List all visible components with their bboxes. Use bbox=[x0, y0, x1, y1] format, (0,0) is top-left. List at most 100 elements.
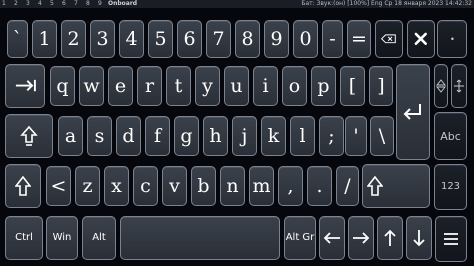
key-8[interactable]: 8 bbox=[235, 20, 260, 58]
key-9[interactable]: 9 bbox=[264, 20, 289, 58]
workspace-1[interactable]: 1 bbox=[2, 0, 6, 8]
key-label: y bbox=[202, 74, 213, 97]
key-backslash[interactable]: \ bbox=[370, 116, 394, 156]
key-label: 123 bbox=[440, 181, 461, 192]
menu-key[interactable] bbox=[435, 216, 467, 262]
workspace-7[interactable]: 7 bbox=[74, 0, 78, 8]
key-g[interactable]: g bbox=[174, 116, 199, 156]
key-label: g bbox=[180, 124, 193, 147]
space-bar[interactable] bbox=[120, 216, 280, 260]
ctrl-key[interactable]: Ctrl bbox=[5, 216, 43, 260]
alt-gr-key[interactable]: Alt Gr bbox=[284, 216, 316, 260]
move-icon bbox=[436, 79, 446, 93]
key-k[interactable]: k bbox=[261, 116, 286, 156]
key-minus[interactable]: - bbox=[322, 20, 343, 58]
key-e[interactable]: e bbox=[108, 66, 133, 106]
key-5[interactable]: 5 bbox=[148, 20, 173, 58]
key-label: 2 bbox=[67, 27, 80, 50]
enter-key[interactable] bbox=[396, 64, 430, 160]
key-period[interactable]: . bbox=[307, 166, 332, 206]
left-shift-key[interactable] bbox=[5, 164, 41, 208]
abc-layer-key[interactable]: Abc bbox=[434, 112, 467, 160]
right-shift-key[interactable] bbox=[362, 164, 430, 208]
key-w[interactable]: w bbox=[79, 66, 104, 106]
key-label: 0 bbox=[299, 27, 312, 50]
down-arrow-key[interactable] bbox=[406, 216, 432, 260]
key-less-than[interactable]: < bbox=[46, 166, 71, 206]
backspace-icon bbox=[381, 34, 396, 44]
key-u[interactable]: u bbox=[224, 66, 249, 106]
key-3[interactable]: 3 bbox=[90, 20, 115, 58]
key-1[interactable]: 1 bbox=[32, 20, 57, 58]
key-n[interactable]: n bbox=[220, 166, 245, 206]
right-arrow-key[interactable] bbox=[348, 216, 374, 260]
close-keyboard-button[interactable] bbox=[407, 20, 435, 58]
key-z[interactable]: z bbox=[75, 166, 100, 206]
win-key[interactable]: Win bbox=[46, 216, 78, 260]
key-p[interactable]: p bbox=[311, 66, 336, 106]
key-a[interactable]: a bbox=[58, 116, 83, 156]
key-label: o bbox=[288, 74, 301, 97]
workspace-4[interactable]: 4 bbox=[38, 0, 42, 8]
key-7[interactable]: 7 bbox=[206, 20, 231, 58]
key-t[interactable]: t bbox=[166, 66, 191, 106]
workspace-8[interactable]: 8 bbox=[86, 0, 90, 8]
key-0[interactable]: 0 bbox=[293, 20, 318, 58]
key-2[interactable]: 2 bbox=[61, 20, 86, 58]
key-label: Ctrl bbox=[15, 232, 33, 243]
workspace-5[interactable]: 5 bbox=[50, 0, 54, 8]
key-v[interactable]: v bbox=[162, 166, 187, 206]
key-right-bracket[interactable]: ] bbox=[369, 66, 393, 106]
key-4[interactable]: 4 bbox=[119, 20, 144, 58]
key-m[interactable]: m bbox=[249, 166, 274, 206]
key-6[interactable]: 6 bbox=[177, 20, 202, 58]
key-label: Alt Gr bbox=[285, 232, 315, 243]
key-equals[interactable]: = bbox=[347, 20, 371, 58]
key-comma[interactable]: , bbox=[278, 166, 303, 206]
key-label: p bbox=[317, 74, 330, 97]
caps-lock-key[interactable] bbox=[5, 114, 53, 158]
key-left-bracket[interactable]: [ bbox=[340, 66, 365, 106]
workspace-3[interactable]: 3 bbox=[26, 0, 30, 8]
key-d[interactable]: d bbox=[116, 116, 141, 156]
key-s[interactable]: s bbox=[87, 116, 112, 156]
key-label: e bbox=[114, 74, 127, 97]
key-y[interactable]: y bbox=[195, 66, 220, 106]
key-label: h bbox=[209, 124, 222, 147]
key-slash[interactable]: / bbox=[336, 166, 359, 206]
key-c[interactable]: c bbox=[133, 166, 158, 206]
workspace-2[interactable]: 2 bbox=[14, 0, 18, 8]
settings-key[interactable] bbox=[437, 20, 467, 58]
key-b[interactable]: b bbox=[191, 166, 216, 206]
key-l[interactable]: l bbox=[290, 116, 315, 156]
resize-icon bbox=[454, 79, 464, 93]
key-label: ] bbox=[377, 74, 385, 97]
key-semicolon[interactable]: ; bbox=[319, 116, 344, 156]
left-arrow-key[interactable] bbox=[319, 216, 345, 260]
numbers-layer-key[interactable]: 123 bbox=[434, 164, 467, 210]
key-f[interactable]: f bbox=[145, 116, 170, 156]
key-h[interactable]: h bbox=[203, 116, 228, 156]
key-x[interactable]: x bbox=[104, 166, 129, 206]
key-j[interactable]: j bbox=[232, 116, 257, 156]
tab-key[interactable] bbox=[5, 64, 45, 108]
resize-keyboard-handle[interactable] bbox=[451, 64, 467, 108]
enter-icon bbox=[403, 104, 421, 120]
backspace-key[interactable] bbox=[375, 20, 403, 58]
move-keyboard-handle[interactable] bbox=[434, 64, 448, 108]
key-label: w bbox=[83, 74, 100, 97]
workspace-9[interactable]: 9 bbox=[98, 0, 102, 8]
alt-key[interactable]: Alt bbox=[82, 216, 116, 260]
down-arrow-icon bbox=[413, 230, 425, 247]
up-arrow-key[interactable] bbox=[377, 216, 403, 260]
key-i[interactable]: i bbox=[253, 66, 278, 106]
workspace-6[interactable]: 6 bbox=[62, 0, 66, 8]
key-label: Win bbox=[52, 232, 72, 243]
key-o[interactable]: o bbox=[282, 66, 307, 106]
key-r[interactable]: r bbox=[137, 66, 162, 106]
key-apostrophe[interactable]: ' bbox=[345, 116, 367, 156]
key-label: u bbox=[230, 74, 243, 97]
key-q[interactable]: q bbox=[50, 66, 75, 106]
key-backtick[interactable]: ` bbox=[7, 20, 28, 58]
left-arrow-icon bbox=[323, 232, 340, 244]
